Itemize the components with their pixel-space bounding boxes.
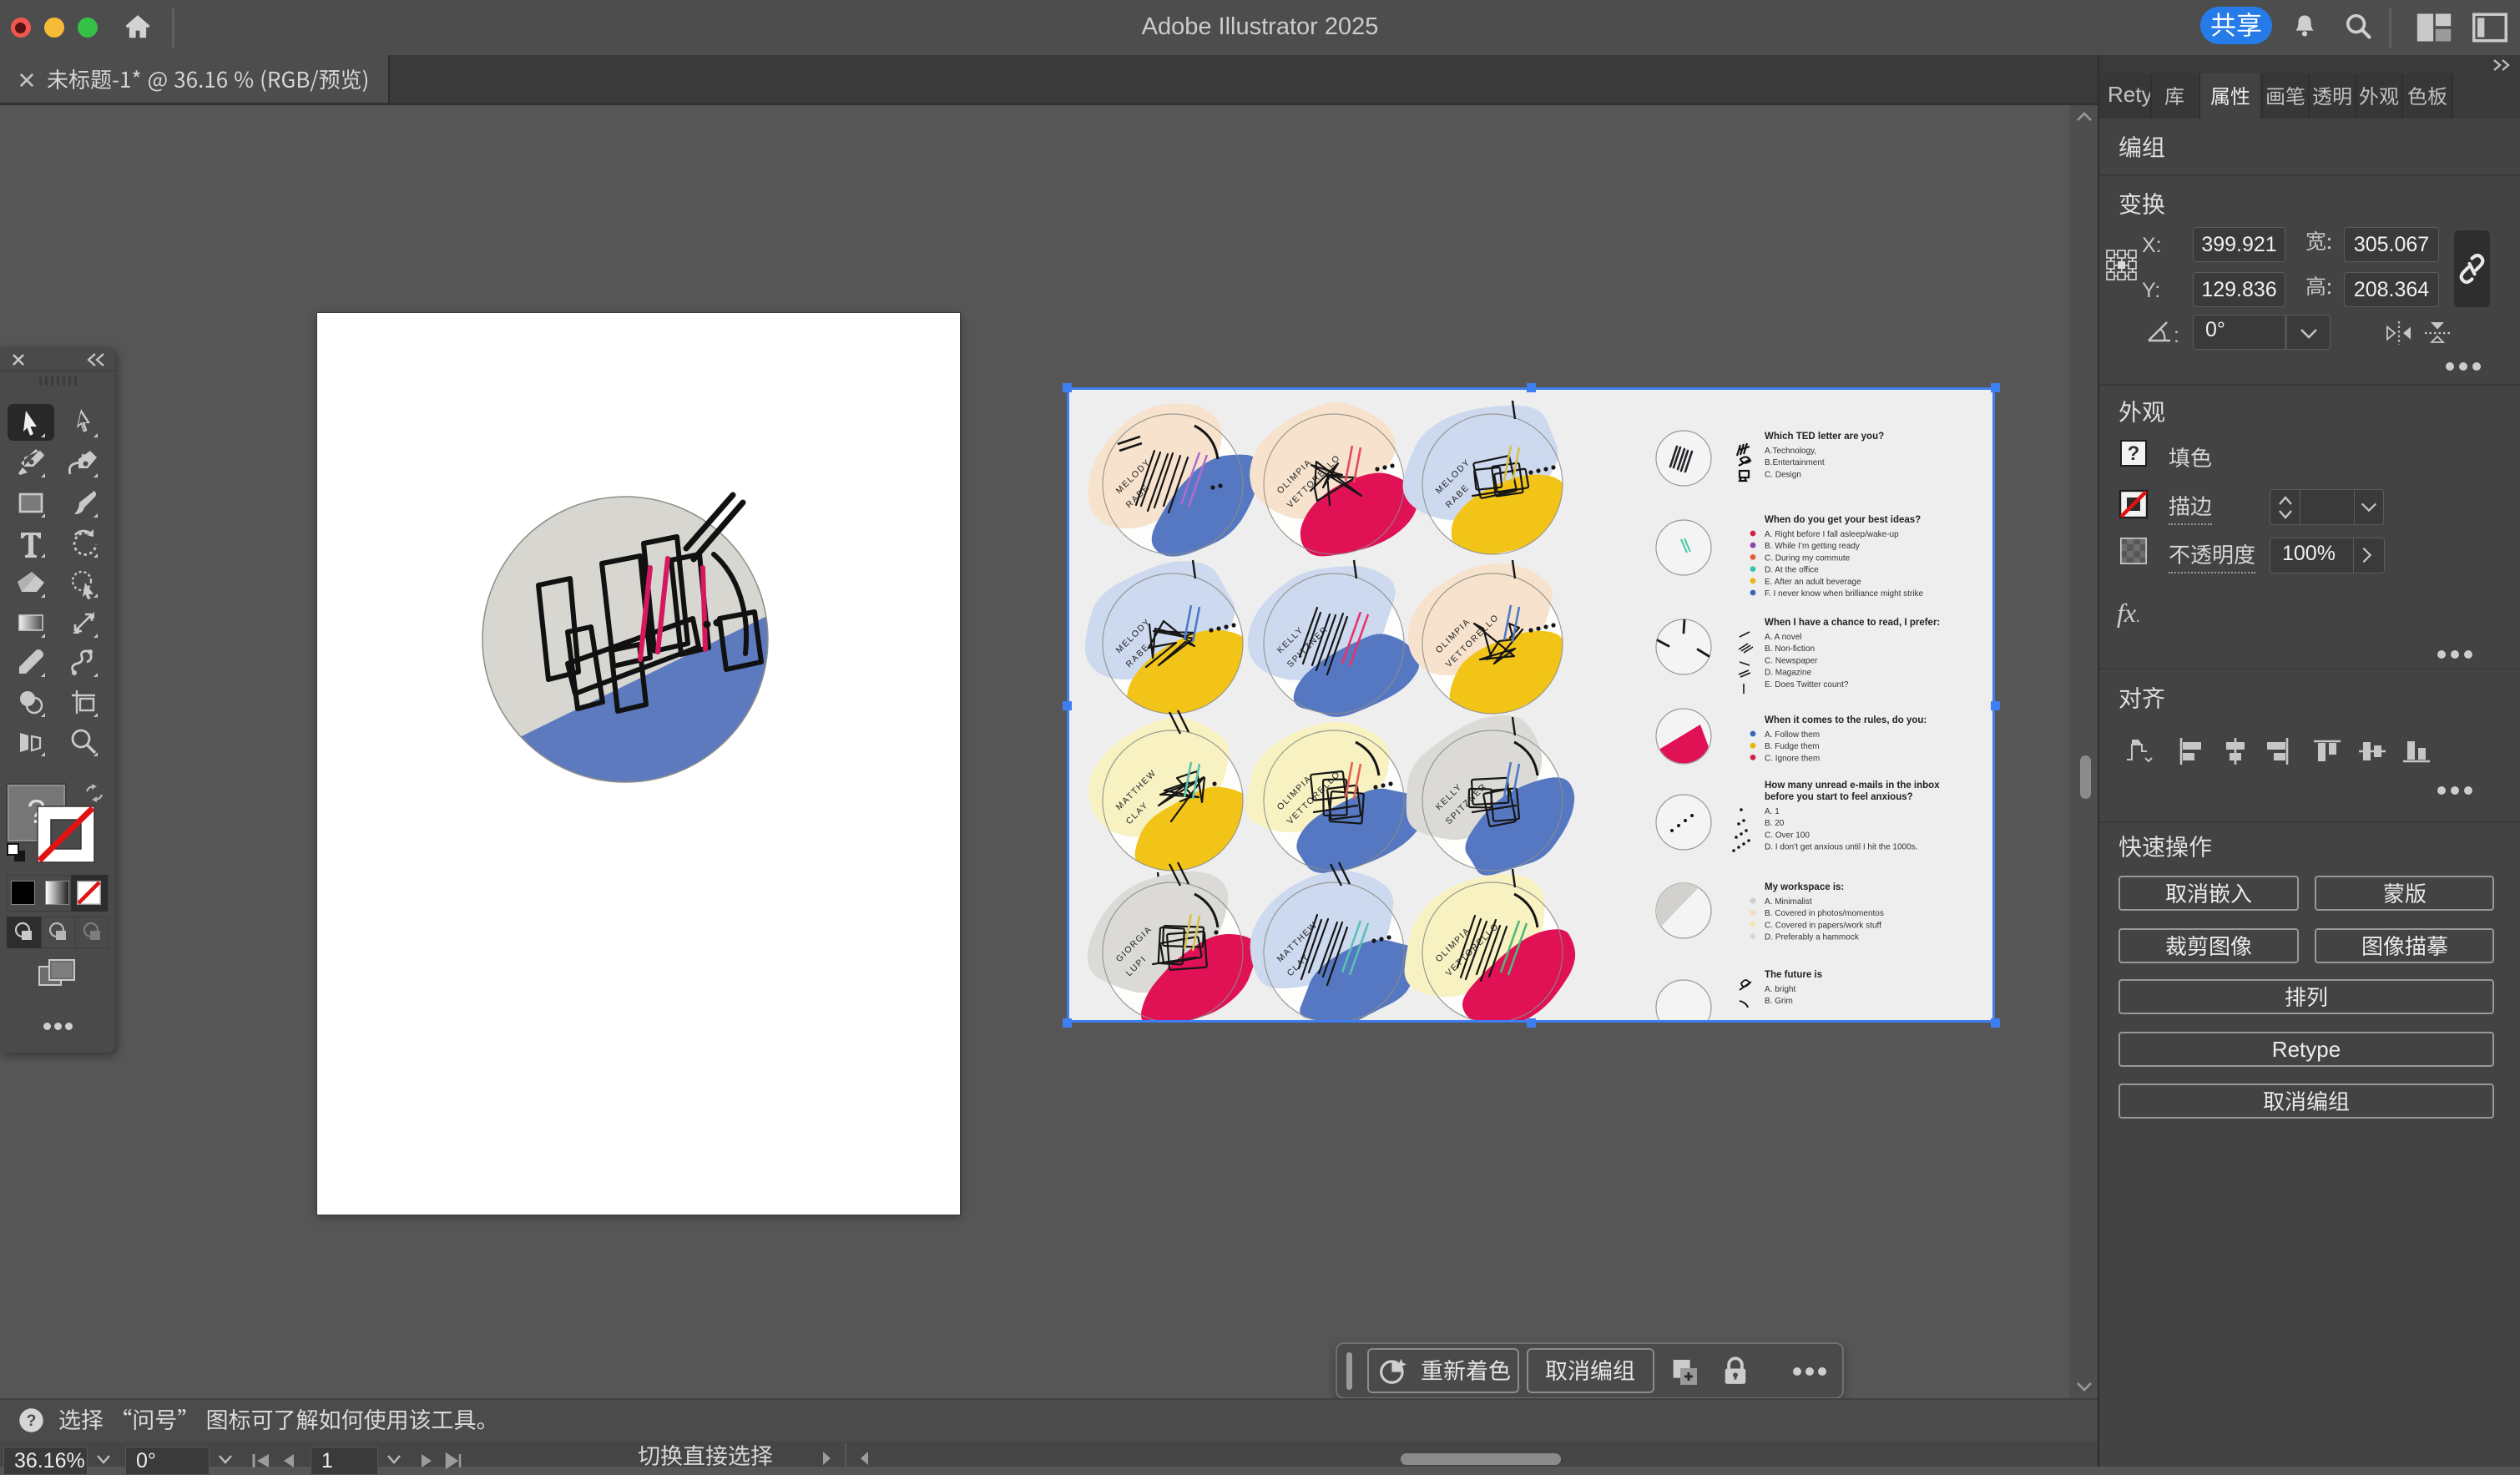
svg-text:?: ? — [27, 1412, 37, 1430]
